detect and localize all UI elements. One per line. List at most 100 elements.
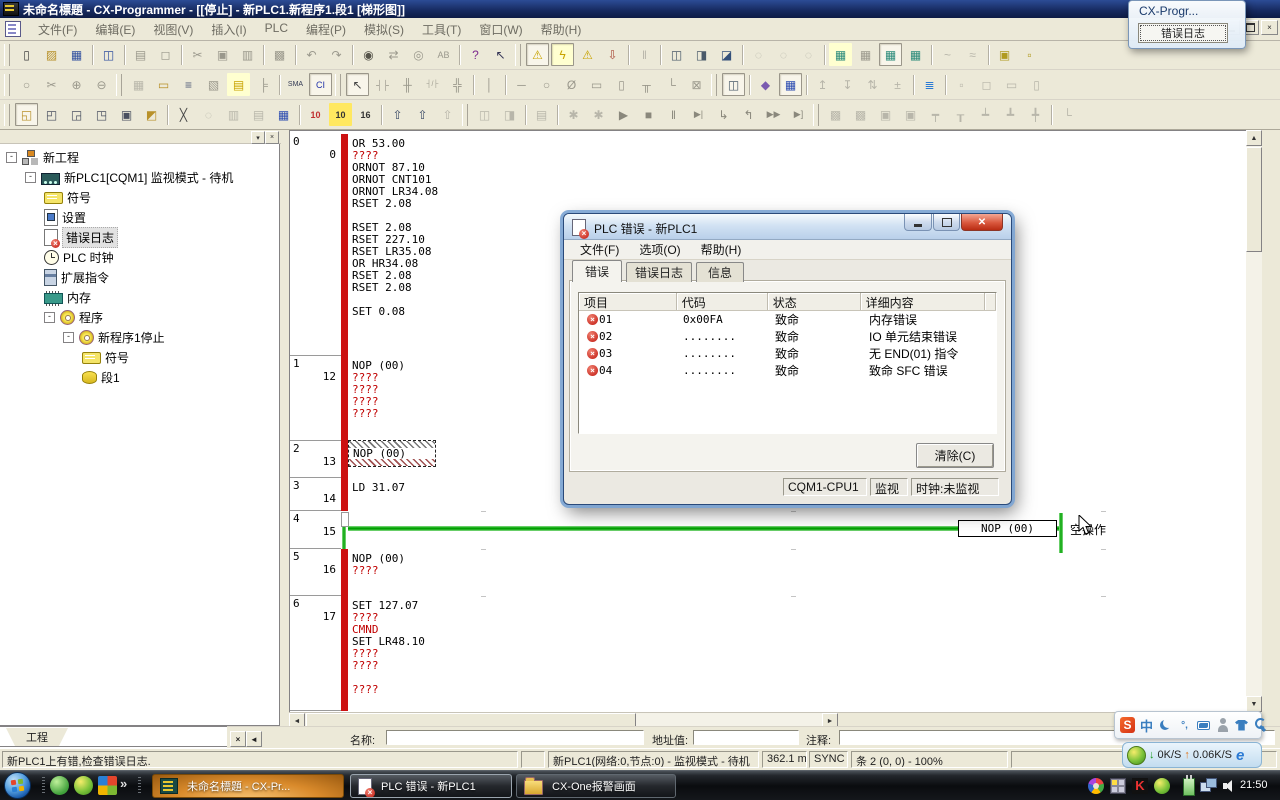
tree-item[interactable]: 内存 (44, 287, 91, 307)
go-to-input-button[interactable]: ⇧ (436, 103, 459, 126)
auto-online-button[interactable]: ◨ (690, 43, 713, 66)
compare-with-plc-button[interactable]: ◌ (797, 43, 820, 66)
selection-hatch[interactable]: NOP (00) (348, 440, 436, 467)
transfer-from-plc-button[interactable]: ◌ (772, 43, 795, 66)
column-header[interactable]: 状态 (768, 293, 861, 310)
new-file-button[interactable]: ▯ (15, 43, 38, 66)
local-cross-ref-button[interactable]: ◌ (197, 103, 220, 126)
error-row[interactable]: ×02........致命IO 单元结束错误 (579, 328, 996, 345)
tree-item[interactable]: 符号 (44, 187, 91, 207)
dialog-menu-item[interactable]: 文件(F) (570, 239, 629, 260)
error-row[interactable]: ×010x00FA致命内存错误 (579, 311, 996, 328)
person-icon[interactable] (1215, 717, 1230, 733)
toolbar-grip[interactable] (711, 74, 717, 96)
force-cancel-button[interactable]: ⇅ (861, 73, 884, 96)
step-out-button[interactable]: ↰ (737, 103, 760, 126)
menu-item[interactable]: 工具(T) (413, 19, 470, 40)
io-table-button[interactable]: ▤ (247, 103, 270, 126)
work-online-button[interactable]: ◫ (665, 43, 688, 66)
column-header[interactable]: 代码 (677, 293, 768, 310)
tree-expander-icon[interactable]: - (25, 172, 36, 183)
task-button[interactable]: CX-One报警画面 (516, 774, 676, 798)
transfer-to-plc-button[interactable]: ◌ (747, 43, 770, 66)
toolbar-grip[interactable] (813, 104, 819, 126)
rung-margin-cell[interactable]: 112 (290, 356, 341, 441)
rung-margin-cell[interactable]: 516 (290, 549, 341, 596)
new-instruction-button[interactable]: ▯ (610, 73, 633, 96)
pause-button[interactable]: ‖ (633, 43, 656, 66)
program-check-button[interactable]: ⚠ (576, 43, 599, 66)
rung-margin-cell[interactable]: 314 (290, 478, 341, 511)
horizontal-line-button[interactable]: ─ (510, 73, 533, 96)
context-help-button[interactable]: ↖ (489, 43, 512, 66)
monitor-mode-alt-button[interactable]: ▦ (854, 43, 877, 66)
new-contact-button[interactable]: ┤├ (371, 73, 394, 96)
step-in-button[interactable]: ↳ (712, 103, 735, 126)
undo-button[interactable]: ↶ (300, 43, 323, 66)
net-ball-icon[interactable] (1127, 746, 1146, 765)
search-in-project-button[interactable]: ◫ (97, 43, 120, 66)
help-button[interactable]: ? (464, 43, 487, 66)
tree-expander-icon[interactable]: - (6, 152, 17, 163)
rung-margin-cell[interactable]: 213 (290, 441, 341, 478)
properties-window-button[interactable]: ◩ (140, 103, 163, 126)
vertical-line-button[interactable]: │ (478, 73, 501, 96)
print-button[interactable]: ▤ (129, 43, 152, 66)
set-value-button[interactable]: ± (886, 73, 909, 96)
nop-instruction-box[interactable]: NOP (00) (958, 520, 1057, 537)
time-chart-button[interactable]: ≈ (961, 43, 984, 66)
wrench-icon[interactable] (1253, 717, 1268, 733)
menu-item[interactable]: 编程(P) (297, 19, 355, 40)
keyboard-icon[interactable] (1196, 717, 1211, 733)
clock[interactable]: 21:50 (1240, 779, 1268, 791)
chinese-mode-icon[interactable]: 中 (1139, 717, 1154, 733)
menu-item[interactable]: 模拟(S) (355, 19, 413, 40)
menu-item[interactable]: PLC (256, 19, 297, 40)
toolbar-grip[interactable] (462, 104, 468, 126)
error-list-header[interactable]: 项目代码状态详细内容 (579, 293, 996, 311)
quicklaunch-grip[interactable] (42, 777, 45, 795)
toggle-project-window-button[interactable]: ◱ (15, 103, 38, 126)
dialog-tab-errors[interactable]: 错误 (572, 260, 622, 282)
sim-pause-button[interactable]: ‖ (662, 103, 685, 126)
pulse-trace-button[interactable]: ~ (936, 43, 959, 66)
rung-margin-cell[interactable]: 415 (290, 511, 341, 549)
error-row[interactable]: ×04........致命致命 SFC 错误 (579, 362, 996, 379)
tree-item[interactable]: -新工程 (6, 147, 79, 167)
build-window-button[interactable]: ◰ (40, 103, 63, 126)
quicklaunch-cxone-icon[interactable] (74, 776, 93, 795)
breakpoint-clear-button[interactable]: ▩ (849, 103, 872, 126)
mnemonic-view-button[interactable]: SMA (284, 73, 307, 96)
find-report-window-button[interactable]: ◲ (65, 103, 88, 126)
new-k-delete-button[interactable]: ⊠ (685, 73, 708, 96)
find-all-button[interactable]: ◎ (407, 43, 430, 66)
ladder-vertical-scrollbar[interactable]: ▲ ▼ (1246, 130, 1262, 712)
menu-item[interactable]: 视图(V) (144, 19, 202, 40)
cursor-cell-box[interactable] (341, 512, 349, 527)
mdi-document-icon[interactable] (5, 21, 21, 37)
menu-item[interactable]: 编辑(E) (86, 19, 144, 40)
tree-item[interactable]: -新PLC1[CQM1] 监视模式 - 待机 (25, 167, 233, 187)
force-set-bar-button[interactable]: ┷ (974, 103, 997, 126)
force-off-button[interactable]: ↧ (836, 73, 859, 96)
differentiate-up-button[interactable]: ┯ (924, 103, 947, 126)
paste-rung-button[interactable]: ▩ (268, 43, 291, 66)
cut-button[interactable]: ✂ (186, 43, 209, 66)
rung-margin-cell[interactable]: 617 (290, 596, 341, 711)
name-input[interactable] (386, 730, 644, 745)
zoom-in-button[interactable]: ⊕ (65, 73, 88, 96)
tree-panel-menu-button[interactable]: ▾ (251, 131, 265, 144)
continuous-step-button[interactable]: ▶▶ (762, 103, 785, 126)
zoom-button[interactable]: ○ (15, 73, 38, 96)
task-button[interactable]: 未命名標題 - CX-Pr... (152, 774, 344, 798)
sim-run-button[interactable]: ▶ (612, 103, 635, 126)
go-to-next-jump-button[interactable]: ⇧ (411, 103, 434, 126)
dialog-menu-item[interactable]: 选项(O) (629, 239, 690, 260)
new-coil-button[interactable]: ○ (535, 73, 558, 96)
error-list[interactable]: 项目代码状态详细内容 ×010x00FA致命内存错误×02........致命I… (578, 292, 997, 434)
mdi-close-button[interactable]: × (1261, 20, 1278, 35)
breakpoint-set-button[interactable]: ▩ (824, 103, 847, 126)
column-header[interactable]: 详细内容 (861, 293, 985, 310)
protection-release-button[interactable]: ▫ (1018, 43, 1041, 66)
tree-expander-icon[interactable]: - (44, 312, 55, 323)
